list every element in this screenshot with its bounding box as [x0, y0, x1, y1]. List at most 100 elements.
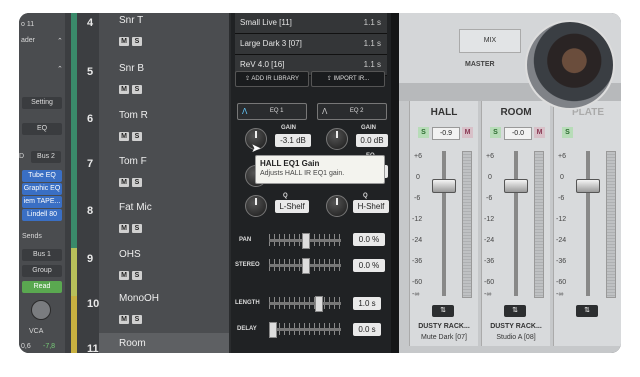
- plugin-slot-2[interactable]: Graphic EQ: [22, 183, 62, 195]
- eq1-q-knob[interactable]: [245, 195, 267, 217]
- bus-1-slot[interactable]: Bus 1: [22, 249, 62, 261]
- inspector-fader-mode[interactable]: ader: [21, 37, 35, 44]
- add-ir-library-button[interactable]: ⇪ ADD IR LIBRARY: [235, 71, 309, 87]
- track-header[interactable]: Fat Mic MS: [99, 198, 229, 245]
- length-slider[interactable]: [269, 302, 341, 305]
- import-ir-button[interactable]: ⇪ IMPORT IR...: [311, 71, 385, 87]
- eq2-label: EQ 2: [349, 108, 364, 114]
- track-name[interactable]: Tom R: [119, 110, 148, 121]
- plugin-slot-4[interactable]: Lindell 80: [22, 209, 62, 221]
- pan-value[interactable]: 0.0 %: [353, 233, 385, 246]
- solo-button[interactable]: S: [132, 315, 142, 324]
- track-name[interactable]: Room: [119, 338, 146, 349]
- track-header[interactable]: Snr B MS: [99, 59, 229, 106]
- track-header[interactable]: Room: [99, 333, 229, 353]
- mute-button[interactable]: M: [534, 127, 545, 138]
- plugin-slot-1[interactable]: Tube EQ: [22, 170, 62, 182]
- ir-list-item[interactable]: Small Live [11] 1.1 s: [235, 13, 387, 34]
- track-number: 6: [87, 113, 94, 125]
- group-slot[interactable]: Group: [22, 265, 62, 277]
- scale-label: 0: [560, 174, 564, 181]
- bus-2-slot[interactable]: Bus 2: [31, 151, 61, 163]
- eq2-gain-value[interactable]: 0.0 dB: [356, 134, 388, 147]
- track-name[interactable]: Snr T: [119, 15, 143, 26]
- solo-button[interactable]: S: [132, 224, 142, 233]
- ir-list-item[interactable]: Large Dark 3 [07] 1.1 s: [235, 34, 387, 55]
- mute-button[interactable]: M: [119, 315, 129, 324]
- routing-icon[interactable]: ⇅: [576, 305, 598, 317]
- track-header[interactable]: MonoOH MS: [99, 291, 229, 335]
- eq1-header[interactable]: Λ EQ 1: [237, 103, 307, 120]
- length-value[interactable]: 1.0 s: [353, 297, 381, 310]
- track-number: 5: [87, 66, 94, 78]
- channel-name: HALL: [430, 107, 458, 118]
- channel-fader[interactable]: [504, 179, 528, 193]
- delay-value[interactable]: 0.0 s: [353, 323, 381, 336]
- mute-button[interactable]: M: [119, 85, 129, 94]
- eq1-gain-value[interactable]: -3.1 dB: [275, 134, 311, 147]
- add-ir-library-label: ADD IR LIBRARY: [251, 76, 299, 82]
- tooltip-title: HALL EQ1 Gain: [260, 159, 320, 168]
- mute-button[interactable]: M: [119, 224, 129, 233]
- solo-button[interactable]: S: [562, 127, 573, 138]
- solo-button[interactable]: S: [132, 85, 142, 94]
- mute-button[interactable]: M: [119, 271, 129, 280]
- track-header[interactable]: Tom R MS: [99, 106, 229, 152]
- mute-button[interactable]: M: [119, 132, 129, 141]
- pan-slider-handle[interactable]: [302, 233, 310, 249]
- channel-fader[interactable]: [576, 179, 600, 193]
- mouse-pointer-icon: ➤: [251, 141, 262, 155]
- mute-button[interactable]: M: [462, 127, 473, 138]
- delay-slider-handle[interactable]: [269, 322, 277, 338]
- pan-label: PAN: [239, 237, 252, 243]
- channel-ir-name: Mute Dark [07]: [421, 334, 467, 341]
- eq2-freq-knob[interactable]: [326, 128, 348, 150]
- track-header[interactable]: Tom F MS: [99, 152, 229, 198]
- delay-slider[interactable]: [269, 328, 341, 331]
- stereo-slider-handle[interactable]: [302, 258, 310, 274]
- setting-slot[interactable]: Setting: [22, 97, 62, 109]
- solo-button[interactable]: S: [132, 271, 142, 280]
- scale-label: +6: [414, 153, 422, 160]
- stereo-value[interactable]: 0.0 %: [353, 259, 385, 272]
- channel-fader[interactable]: [432, 179, 456, 193]
- track-name[interactable]: OHS: [119, 249, 141, 260]
- tooltip-description: Adjusts HALL IR EQ1 gain.: [260, 170, 345, 177]
- solo-button[interactable]: S: [132, 178, 142, 187]
- track-name[interactable]: MonoOH: [119, 293, 159, 304]
- channel-pan-value[interactable]: -0.0: [504, 127, 532, 140]
- routing-icon[interactable]: ⇅: [504, 305, 526, 317]
- eq1-q-label: Q: [283, 193, 288, 199]
- solo-button[interactable]: S: [132, 37, 142, 46]
- track-name[interactable]: Fat Mic: [119, 202, 152, 213]
- solo-button[interactable]: S: [132, 132, 142, 141]
- plugin-slot-3[interactable]: iem TAPE...: [22, 196, 62, 208]
- eq-slot[interactable]: EQ: [22, 123, 62, 135]
- eq2-header[interactable]: Λ EQ 2: [317, 103, 387, 120]
- channel-pan-value[interactable]: -0.9: [432, 127, 460, 140]
- length-slider-handle[interactable]: [315, 296, 323, 312]
- mix-control[interactable]: MIX: [459, 29, 521, 53]
- eq2-q-knob[interactable]: [326, 195, 348, 217]
- eq1-shape-select[interactable]: L-Shelf: [275, 200, 309, 213]
- inspector-track-num: o 11: [21, 21, 35, 28]
- eq2-q-label: Q: [363, 193, 368, 199]
- chevron-updown-icon[interactable]: ⌃: [57, 65, 63, 73]
- automation-read-button[interactable]: Read: [22, 281, 62, 293]
- solo-button[interactable]: S: [490, 127, 501, 138]
- track-header[interactable]: Snr T MS: [99, 13, 229, 59]
- eq2-shape-select[interactable]: H-Shelf: [353, 200, 389, 213]
- track-name[interactable]: Snr B: [119, 63, 144, 74]
- mute-button[interactable]: M: [119, 178, 129, 187]
- track-header[interactable]: OHS MS: [99, 245, 229, 291]
- scale-label: +6: [558, 153, 566, 160]
- solo-button[interactable]: S: [418, 127, 429, 138]
- scale-label: -24: [484, 237, 495, 244]
- pan-knob[interactable]: [31, 300, 51, 320]
- track-name[interactable]: Tom F: [119, 156, 147, 167]
- mute-button[interactable]: M: [119, 37, 129, 46]
- scale-label: -36: [412, 258, 423, 265]
- chevron-updown-icon[interactable]: ⌃: [57, 37, 63, 45]
- routing-icon[interactable]: ⇅: [432, 305, 454, 317]
- scale-label: -24: [412, 237, 423, 244]
